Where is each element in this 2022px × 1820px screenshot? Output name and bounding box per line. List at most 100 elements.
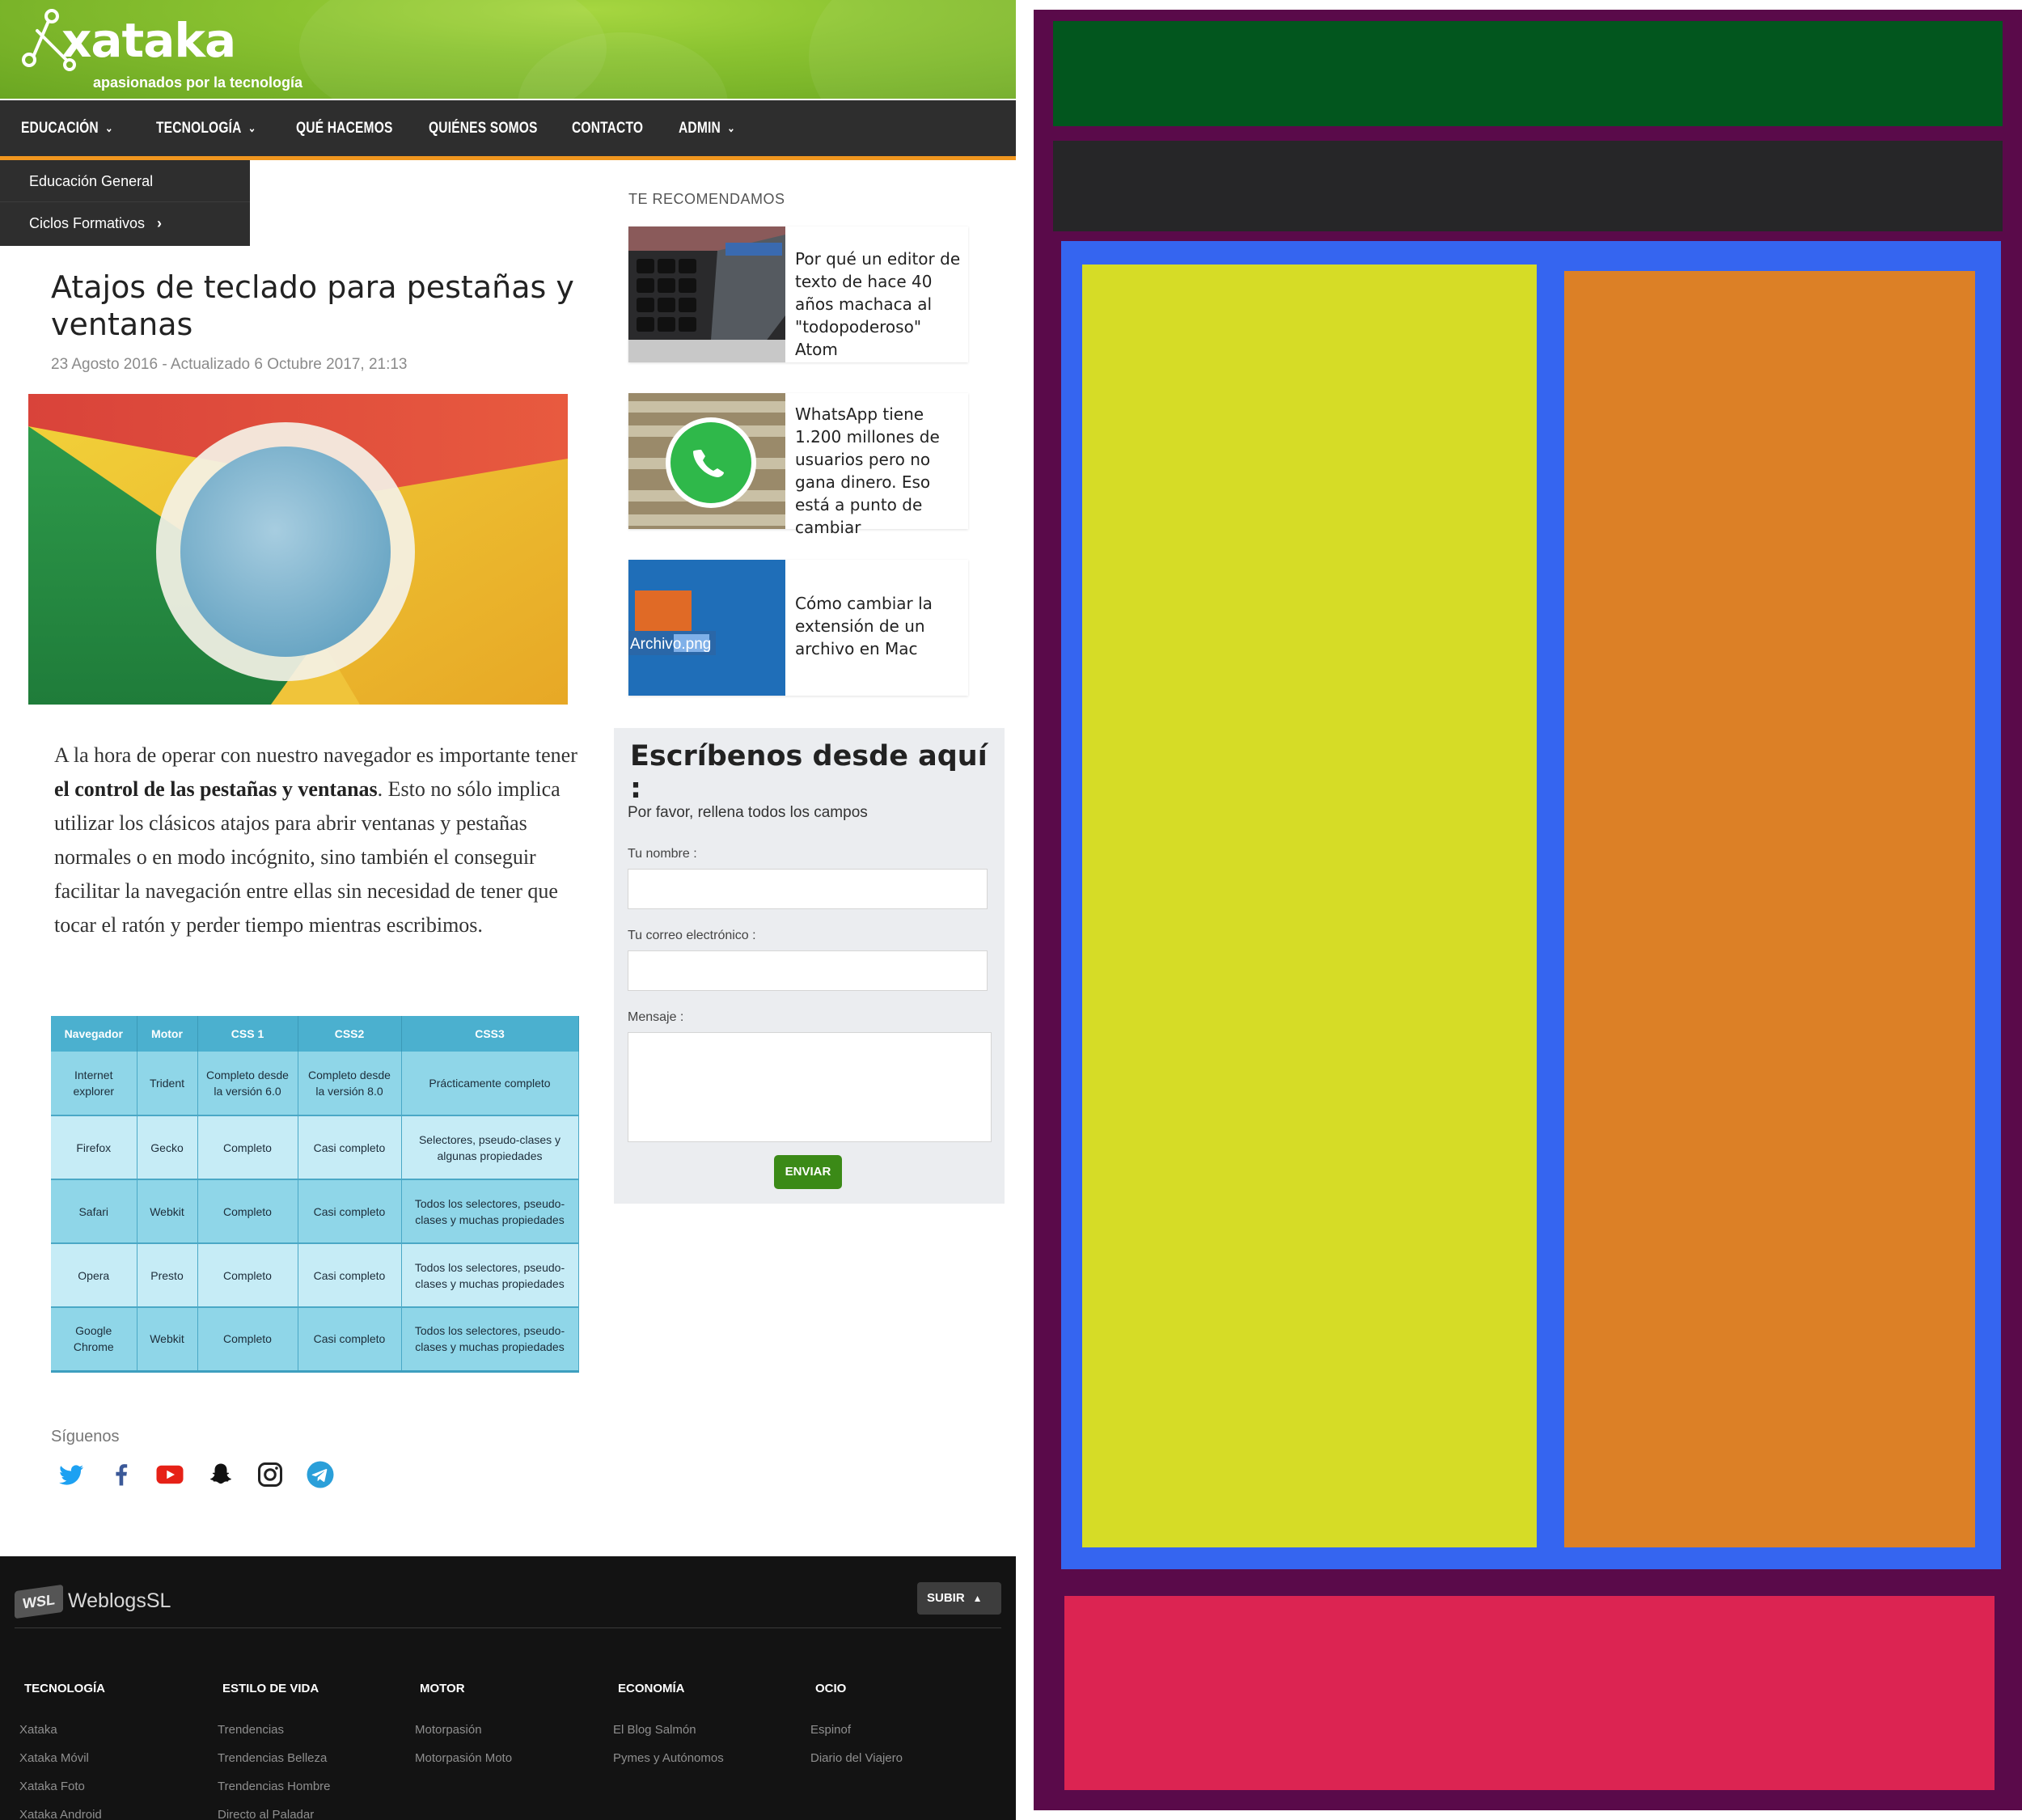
nav-item-tecnologia[interactable]: TECNOLOGÍA ⌄ [156, 100, 256, 156]
nav-item-educacion[interactable]: EDUCACIÓN ⌄ [21, 100, 113, 156]
nav-item-admin[interactable]: ADMIN ⌄ [679, 100, 735, 156]
recommended-article-title: Por qué un editor de texto de hace 40 añ… [795, 249, 961, 359]
table-row: Opera Presto Completo Casi completo Todo… [51, 1243, 579, 1308]
contact-form-title: Escríbenos desde aquí : [630, 740, 988, 805]
footer-column-title: ESTILO DE VIDA [222, 1682, 319, 1695]
email-field[interactable] [628, 950, 988, 991]
footer-link[interactable]: Diario del Viajero [810, 1751, 1005, 1780]
name-label: Tu nombre : [628, 847, 697, 861]
twitter-icon[interactable] [57, 1460, 86, 1489]
sidebar-title: TE RECOMENDAMOS [628, 191, 785, 207]
table-cell: Completo desde la versión 6.0 [197, 1052, 298, 1116]
diagram-nav-block [1053, 141, 2003, 231]
table-cell: Opera [51, 1243, 137, 1308]
diagram-main-column-block [1082, 265, 1537, 1547]
footer-link[interactable]: Trendencias Hombre [218, 1780, 412, 1808]
table-cell: Completo [197, 1243, 298, 1308]
table-cell: Safari [51, 1179, 137, 1244]
facebook-icon[interactable] [107, 1460, 136, 1489]
dropdown-item-educacion-general[interactable]: Educación General [29, 173, 153, 190]
footer-link[interactable]: El Blog Salmón [613, 1723, 807, 1751]
arrow-up-icon: ▲ [972, 1593, 983, 1604]
main-navigation: EDUCACIÓN ⌄ TECNOLOGÍA ⌄ QUÉ HACEMOS QUIÉN… [0, 100, 1016, 160]
footer-divider [15, 1627, 1001, 1628]
footer-link[interactable]: Trendencias [218, 1723, 412, 1751]
footer-link[interactable]: Xataka Foto [19, 1780, 214, 1808]
contact-form-subtitle: Por favor, rellena todos los campos [628, 804, 868, 821]
table-cell: Casi completo [298, 1179, 402, 1244]
youtube-icon[interactable] [155, 1460, 184, 1489]
footer-column-title: TECNOLOGÍA [24, 1682, 105, 1695]
snapchat-icon[interactable] [206, 1460, 235, 1489]
nav-item-que-hacemos[interactable]: QUÉ HACEMOS [296, 100, 393, 156]
recommended-article-card[interactable]: Archivo.png Cómo cambiar la extensión de… [628, 560, 968, 696]
message-label: Mensaje : [628, 1010, 684, 1024]
table-cell: Todos los selectores, pseudo-clases y mu… [401, 1307, 579, 1373]
article-title: Atajos de teclado para pestañas y ventan… [51, 269, 574, 342]
footer-link[interactable]: Motorpasión [415, 1723, 609, 1751]
table-cell: Gecko [137, 1115, 198, 1180]
footer-column-tecnologia: TECNOLOGÍA Xataka Xataka Móvil Xataka Fo… [19, 1682, 214, 1820]
css-support-table: Navegador Motor CSS 1 CSS2 CSS3 Internet… [51, 1016, 579, 1373]
footer-link[interactable]: Xataka [19, 1723, 214, 1751]
name-field[interactable] [628, 869, 988, 909]
footer-link[interactable]: Directo al Paladar [218, 1808, 412, 1820]
contact-form: Escríbenos desde aquí : Por favor, relle… [614, 728, 1005, 1204]
weblogssl-brand: WeblogsSL [68, 1589, 171, 1612]
table-header-row: Navegador Motor CSS 1 CSS2 CSS3 [51, 1016, 579, 1052]
footer-link[interactable]: Motorpasión Moto [415, 1751, 609, 1780]
table-row: Safari Webkit Completo Casi completo Tod… [51, 1179, 579, 1244]
footer-column-economia: ECONOMÍA El Blog Salmón Pymes y Autónomo… [613, 1682, 807, 1780]
back-to-top-button[interactable]: SUBIR ▲ [917, 1582, 1001, 1615]
table-cell: Completo [197, 1115, 298, 1180]
site-footer: WSL WeblogsSL SUBIR ▲ TECNOLOGÍA Xataka X… [0, 1556, 1016, 1820]
message-textarea[interactable] [628, 1032, 992, 1142]
recommended-article-title: Cómo cambiar la extensión de un archivo … [795, 594, 933, 658]
nav-item-quienes-somos[interactable]: QUIÉNES SOMOS [429, 100, 538, 156]
footer-link[interactable]: Xataka Móvil [19, 1751, 214, 1780]
table-cell: Completo [197, 1307, 298, 1373]
footer-column-motor: MOTOR Motorpasión Motorpasión Moto [415, 1682, 609, 1780]
footer-column-title: ECONOMÍA [618, 1682, 685, 1695]
diagram-sidebar-column-block [1564, 271, 1975, 1547]
chevron-down-icon: ⌄ [247, 121, 256, 135]
site-header: xataka apasionados por la tecnología [0, 0, 1016, 99]
follow-us-label: Síguenos [51, 1428, 120, 1445]
footer-link[interactable]: Trendencias Belleza [218, 1751, 412, 1780]
xataka-logo[interactable]: xataka apasionados por la tecnología [19, 6, 311, 94]
footer-link[interactable]: Pymes y Autónomos [613, 1751, 807, 1780]
footer-column-title: OCIO [815, 1682, 847, 1695]
email-label: Tu correo electrónico : [628, 929, 756, 942]
diagram-footer-block [1064, 1596, 1995, 1790]
table-header-cell: CSS2 [298, 1016, 402, 1052]
table-header-cell: Motor [137, 1016, 198, 1052]
footer-link[interactable]: Espinof [810, 1723, 1005, 1751]
footer-column-title: MOTOR [420, 1682, 465, 1695]
table-cell: Todos los selectores, pseudo-clases y mu… [401, 1179, 579, 1244]
table-cell: Firefox [51, 1115, 137, 1180]
recommended-article-card[interactable]: Por qué un editor de texto de hace 40 añ… [628, 226, 968, 362]
table-cell: Completo desde la versión 8.0 [298, 1052, 402, 1116]
send-button[interactable]: ENVIAR [774, 1155, 842, 1189]
article-body-bold: el control de las pestañas y ventanas [54, 777, 378, 801]
instagram-icon[interactable] [256, 1460, 285, 1489]
file-extension-image: Archivo.png [628, 560, 785, 696]
recommended-article-card[interactable]: WhatsApp tiene 1.200 millones de usuario… [628, 393, 968, 537]
nav-item-contacto[interactable]: CONTACTO [572, 100, 643, 156]
chevron-down-icon: ⌄ [727, 121, 735, 135]
table-cell: Presto [137, 1243, 198, 1308]
chevron-right-icon: › [157, 215, 163, 231]
article-body: A la hora de operar con nuestro navegado… [54, 743, 577, 937]
table-header-cell: CSS 1 [197, 1016, 298, 1052]
dropdown-item-ciclos-formativos[interactable]: Ciclos Formativos › [29, 215, 162, 232]
whatsapp-image [628, 393, 785, 529]
table-cell: Todos los selectores, pseudo-clases y mu… [401, 1243, 579, 1308]
table-cell: Webkit [137, 1179, 198, 1244]
article-date: 23 Agosto 2016 - Actualizado 6 Octubre 2… [51, 356, 408, 373]
table-cell: Selectores, pseudo-clases y algunas prop… [401, 1115, 579, 1180]
telegram-icon[interactable] [306, 1460, 335, 1489]
footer-link[interactable]: Xataka Android [19, 1808, 214, 1820]
table-cell: Webkit [137, 1307, 198, 1373]
table-header-cell: Navegador [51, 1016, 137, 1052]
table-cell: Google Chrome [51, 1307, 137, 1373]
